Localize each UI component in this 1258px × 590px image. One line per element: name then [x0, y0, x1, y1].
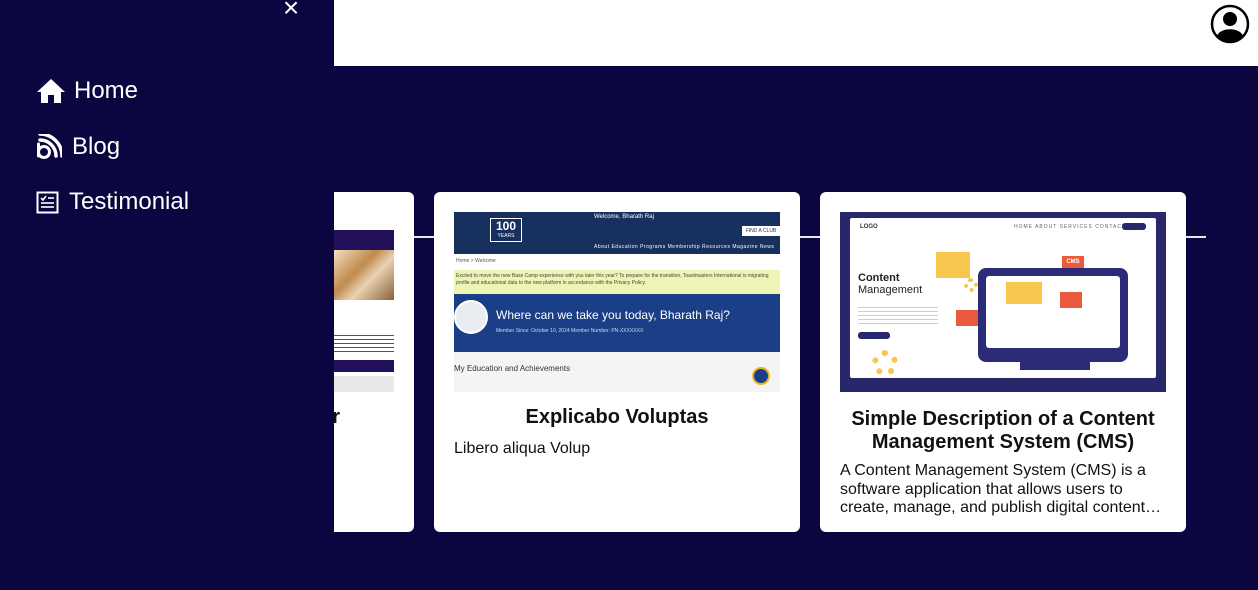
- cms-illustration-heading: Content Management: [858, 272, 923, 296]
- user-circle-icon: [1210, 4, 1250, 44]
- club-logo-icon: [752, 367, 770, 385]
- post-card[interactable]: LOGO HOME ABOUT SERVICES CONTACT Content…: [820, 192, 1186, 532]
- sidebar: × Home Blog Testimonial: [0, 0, 334, 590]
- avatar: [454, 300, 488, 334]
- profile-button[interactable]: [1210, 4, 1250, 44]
- sidebar-item-label: Blog: [72, 133, 121, 160]
- dogs-photo: [334, 250, 394, 300]
- post-card-description: Libero aliqua Volup: [454, 440, 591, 457]
- post-card[interactable]: 100 YEARS Welcome, Bharath Raj FIND A CLU…: [434, 192, 800, 532]
- code-icon: [1060, 292, 1082, 308]
- post-card-image: [334, 212, 394, 392]
- sidebar-item-label: Home: [74, 77, 139, 104]
- sidebar-item-home[interactable]: Home: [36, 76, 138, 106]
- post-card-description: A Content Management System (CMS) is a s…: [840, 462, 1162, 516]
- post-card-title: Explicabo Voluptas: [525, 406, 709, 428]
- anniversary-badge: 100 YEARS: [490, 218, 522, 242]
- sidebar-item-blog[interactable]: Blog: [36, 132, 120, 162]
- video-icon: [1006, 282, 1042, 304]
- image-icon: [936, 252, 970, 278]
- post-card-image: 100 YEARS Welcome, Bharath Raj FIND A CLU…: [454, 212, 780, 392]
- sidebar-item-testimonial[interactable]: Testimonial: [36, 187, 189, 217]
- blog-icon: [36, 132, 64, 162]
- close-icon[interactable]: ×: [278, 0, 304, 22]
- home-icon: [36, 76, 66, 106]
- sidebar-item-label: Testimonial: [69, 188, 190, 215]
- post-card-title: Simple Description of a Content Manageme…: [851, 408, 1155, 453]
- mail-icon: [956, 310, 978, 326]
- monitor-icon: [978, 268, 1128, 362]
- gear-icon: [964, 278, 978, 292]
- post-card-image: LOGO HOME ABOUT SERVICES CONTACT Content…: [840, 212, 1166, 392]
- gear-icon: [872, 350, 898, 376]
- testimonial-icon: [36, 187, 61, 217]
